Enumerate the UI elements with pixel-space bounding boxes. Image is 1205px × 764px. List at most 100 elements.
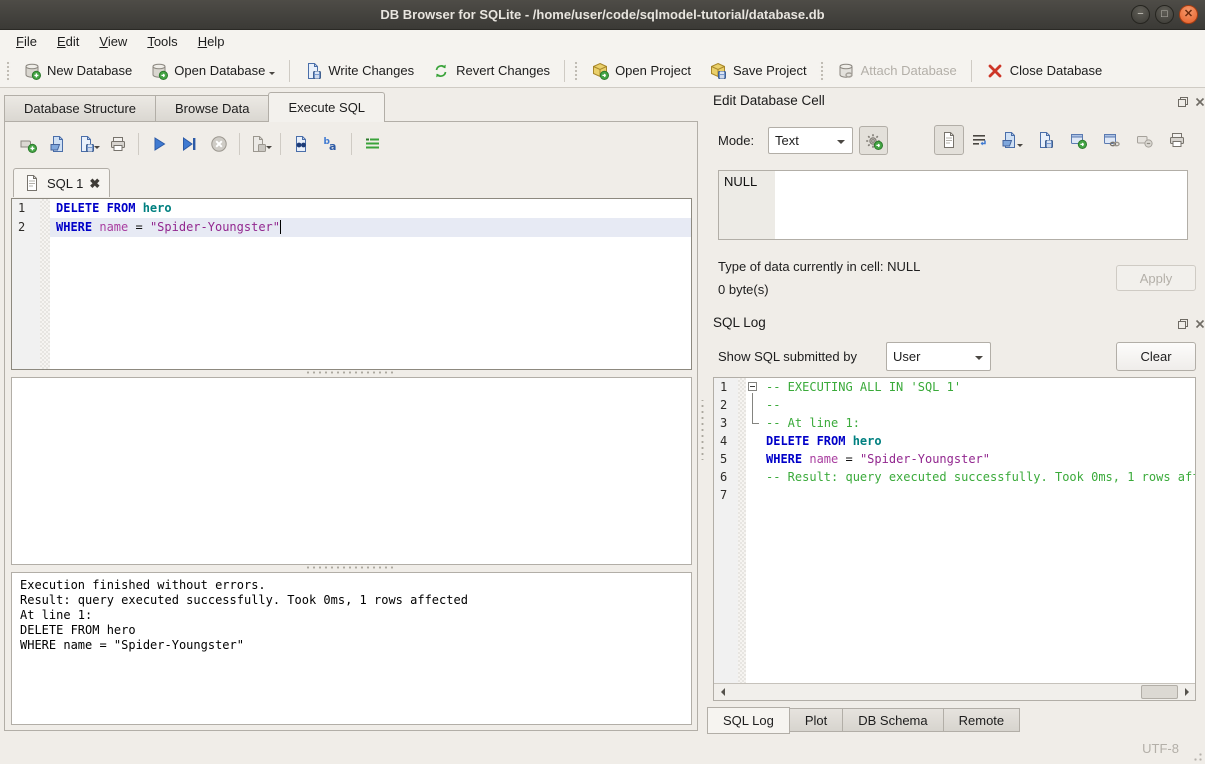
dock-tab-bar: SQL Log Plot DB Schema Remote (707, 707, 1019, 734)
fold-guide (746, 396, 760, 414)
open-project-button[interactable]: Open Project (582, 57, 700, 85)
open-url-button[interactable] (1100, 129, 1122, 151)
dock-tab-sql-log[interactable]: SQL Log (707, 707, 790, 734)
find-button[interactable] (286, 129, 316, 159)
import-dropdown-icon[interactable] (1017, 144, 1023, 150)
tab-execute-sql[interactable]: Execute SQL (268, 92, 385, 122)
splitter-handle[interactable] (305, 370, 395, 375)
code-text[interactable]: DELETE FROM hero (760, 432, 1195, 450)
resize-grip[interactable] (1190, 749, 1203, 762)
window-title: DB Browser for SQLite - /home/user/code/… (380, 7, 824, 22)
dock-tab-remote[interactable]: Remote (943, 708, 1021, 732)
save-project-button[interactable]: Save Project (700, 57, 816, 85)
apply-data-button[interactable] (859, 126, 888, 155)
scrollbar-thumb[interactable] (1141, 685, 1178, 699)
gutter-margin (40, 199, 50, 218)
scroll-right-arrow-icon[interactable] (1179, 684, 1195, 700)
toolbar-drag-handle[interactable] (5, 60, 11, 82)
dock-close-icon[interactable] (1193, 95, 1205, 108)
execute-all-button[interactable] (144, 129, 174, 159)
import-cell-button[interactable] (1001, 129, 1023, 151)
open-sql-file-button[interactable] (43, 129, 73, 159)
status-line: WHERE name = "Spider-Youngster" (20, 638, 683, 653)
dock-float-icon[interactable] (1176, 95, 1189, 108)
toolbar-drag-handle[interactable] (573, 60, 579, 82)
save-sql-file-icon (77, 135, 95, 153)
attach-database-label: Attach Database (861, 63, 957, 78)
code-text[interactable] (760, 486, 1195, 504)
cell-mode-select[interactable]: Text (768, 127, 853, 154)
save-sql-file-button[interactable] (73, 129, 103, 159)
menu-edit[interactable]: Edit (47, 30, 89, 54)
print-sql-button[interactable] (103, 129, 133, 159)
code-text[interactable]: DELETE FROM hero (50, 199, 691, 218)
tab-database-structure[interactable]: Database Structure (4, 95, 156, 122)
results-grid[interactable] (11, 377, 692, 565)
write-changes-label: Write Changes (328, 63, 414, 78)
dock-tab-plot[interactable]: Plot (789, 708, 843, 732)
toggle-results-button[interactable] (357, 129, 387, 159)
clear-log-button[interactable]: Clear (1116, 342, 1196, 371)
word-wrap-button[interactable] (968, 129, 990, 151)
scroll-left-arrow-icon[interactable] (714, 684, 730, 700)
menu-help[interactable]: Help (188, 30, 235, 54)
print-cell-button[interactable] (1166, 129, 1188, 151)
sql-log-filter-select[interactable]: User (886, 342, 991, 371)
menu-tools[interactable]: Tools (137, 30, 187, 54)
toolbar-drag-handle[interactable] (819, 60, 825, 82)
open-database-button[interactable]: Open Database (141, 57, 284, 85)
sql-editor[interactable]: 1DELETE FROM hero2WHERE name = "Spider-Y… (11, 198, 692, 370)
open-project-label: Open Project (615, 63, 691, 78)
combo-arrow-icon (975, 356, 983, 364)
splitter-handle[interactable] (305, 565, 395, 570)
toolbar-separator (289, 60, 290, 82)
execution-status-box[interactable]: Execution finished without errors.Result… (11, 572, 692, 725)
menu-file[interactable]: File (6, 30, 47, 54)
open-database-dropdown-icon[interactable] (269, 72, 275, 78)
cell-editor[interactable]: NULL (718, 170, 1188, 240)
save-sql-dropdown-icon[interactable] (94, 146, 100, 152)
execute-line-button[interactable] (174, 129, 204, 159)
horizontal-scrollbar[interactable] (714, 683, 1195, 700)
code-text[interactable]: -- Result: query executed successfully. … (760, 468, 1195, 486)
title-bar[interactable]: DB Browser for SQLite - /home/user/code/… (0, 0, 1205, 30)
execute-all-icon (150, 135, 168, 153)
printer-icon (1168, 131, 1186, 149)
maximize-button[interactable]: □ (1155, 5, 1174, 24)
tab-browse-data[interactable]: Browse Data (155, 95, 269, 122)
cell-type-text: Type of data currently in cell: NULL (718, 259, 920, 274)
code-text[interactable]: -- EXECUTING ALL IN 'SQL 1' (760, 378, 1195, 396)
format-sql-button[interactable]: ba (316, 129, 346, 159)
close-database-button[interactable]: Close Database (977, 57, 1112, 85)
stop-execution-button (204, 129, 234, 159)
revert-changes-button[interactable]: Revert Changes (423, 57, 559, 85)
code-text[interactable]: WHERE name = "Spider-Youngster" (760, 450, 1195, 468)
code-text[interactable]: -- (760, 396, 1195, 414)
cell-mode-value: Text (775, 133, 799, 148)
main-toolbar: New Database Open Database Write Changes… (0, 54, 1205, 88)
fold-collapse-icon[interactable] (746, 378, 760, 396)
open-external-button[interactable] (1067, 129, 1089, 151)
code-text[interactable]: WHERE name = "Spider-Youngster" (50, 218, 691, 237)
auto-format-icon: ba (322, 135, 340, 153)
new-database-button[interactable]: New Database (14, 57, 141, 85)
write-changes-button[interactable]: Write Changes (295, 57, 423, 85)
text-document-icon (940, 131, 958, 149)
pane-splitter[interactable] (700, 400, 705, 460)
sql-tab-close-icon[interactable]: ✖ (89, 177, 100, 190)
minimize-button[interactable]: − (1131, 5, 1150, 24)
dock-float-icon[interactable] (1176, 317, 1189, 330)
sql-document-tab[interactable]: SQL 1 ✖ (13, 168, 110, 197)
window-controls: − □ ✕ (1131, 5, 1198, 24)
code-text[interactable]: -- At line 1: (760, 414, 1195, 432)
dock-close-icon[interactable] (1193, 317, 1205, 330)
status-line: DELETE FROM hero (20, 623, 683, 638)
dock-tab-db-schema[interactable]: DB Schema (842, 708, 943, 732)
text-mode-toggle[interactable] (934, 125, 964, 155)
sql-log-view[interactable]: 1-- EXECUTING ALL IN 'SQL 1'2--3-- At li… (713, 377, 1196, 701)
app-window: DB Browser for SQLite - /home/user/code/… (0, 0, 1205, 764)
export-cell-button[interactable] (1034, 129, 1056, 151)
new-sql-tab-button[interactable] (13, 129, 43, 159)
menu-view[interactable]: View (89, 30, 137, 54)
close-button[interactable]: ✕ (1179, 5, 1198, 24)
